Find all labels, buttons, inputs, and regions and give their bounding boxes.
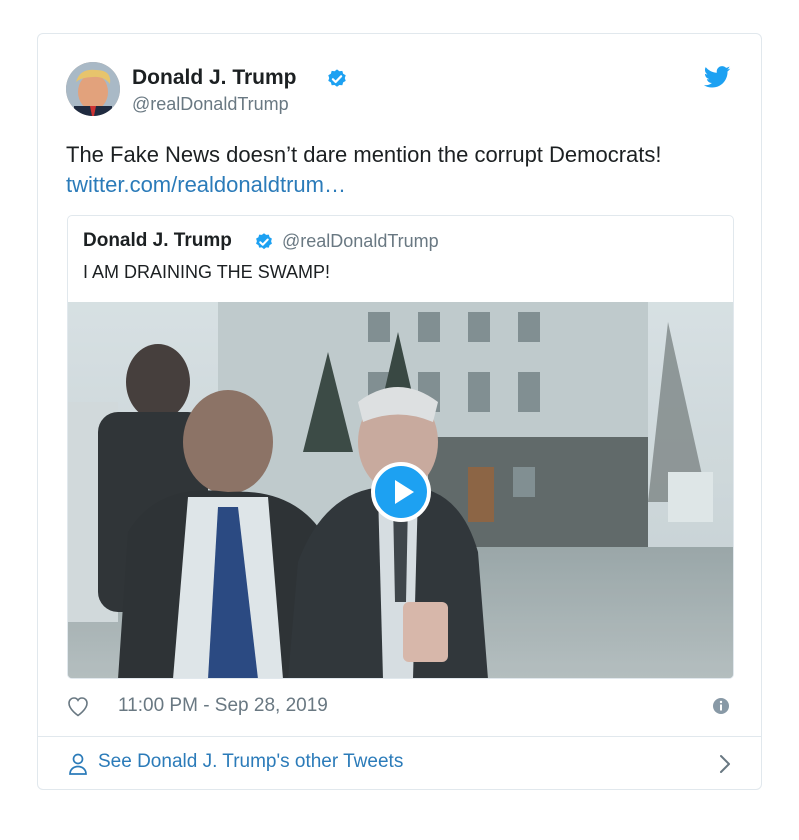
embedded-tweet-card: Donald J. Trump @realDonaldTrump The Fak… bbox=[37, 33, 762, 790]
verified-badge-icon bbox=[256, 233, 272, 250]
see-other-tweets-link[interactable]: See Donald J. Trump's other Tweets bbox=[38, 737, 761, 789]
author-name[interactable]: Donald J. Trump bbox=[132, 66, 297, 90]
twitter-bird-icon[interactable] bbox=[704, 66, 731, 88]
quoted-author-name: Donald J. Trump bbox=[83, 230, 232, 251]
quoted-author-handle: @realDonaldTrump bbox=[282, 231, 439, 251]
play-icon[interactable] bbox=[371, 462, 431, 522]
author-avatar[interactable] bbox=[66, 62, 120, 116]
chevron-right-icon bbox=[720, 755, 730, 773]
tweet-meta-row: 11:00 PM - Sep 28, 2019 bbox=[66, 691, 736, 721]
tweet-link[interactable]: twitter.com/realdonaldtrum… bbox=[66, 170, 346, 200]
quoted-tweet[interactable]: Donald J. Trump @realDonaldTrump I AM DR… bbox=[67, 215, 734, 679]
person-icon bbox=[69, 753, 87, 775]
avatar-photo bbox=[66, 62, 120, 116]
quoted-tweet-text: I AM DRAINING THE SWAMP! bbox=[83, 262, 331, 282]
video-thumbnail[interactable] bbox=[68, 302, 733, 678]
heart-icon[interactable] bbox=[66, 695, 90, 717]
author-handle[interactable]: @realDonaldTrump bbox=[132, 94, 289, 115]
see-other-tweets-label: See Donald J. Trump's other Tweets bbox=[98, 751, 404, 772]
tweet-text: The Fake News doesn’t dare mention the c… bbox=[66, 142, 662, 167]
tweet-timestamp[interactable]: 11:00 PM - Sep 28, 2019 bbox=[118, 695, 328, 717]
verified-badge-icon bbox=[328, 69, 346, 87]
info-icon[interactable] bbox=[712, 697, 730, 715]
